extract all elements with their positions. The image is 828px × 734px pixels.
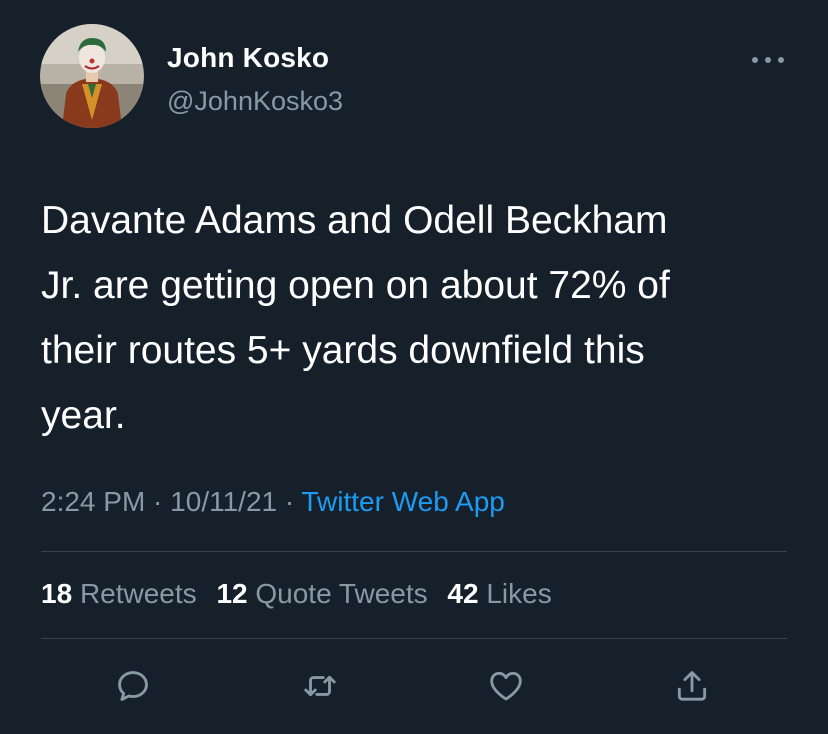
retweets-label: Retweets xyxy=(79,578,197,609)
quote-tweets-count: 12 xyxy=(216,578,248,609)
avatar[interactable] xyxy=(40,24,144,128)
share-icon xyxy=(677,671,707,701)
divider xyxy=(41,638,787,639)
retweets-stat[interactable]: 18 Retweets xyxy=(41,578,197,609)
user-handle[interactable]: @JohnKosko3 xyxy=(167,86,343,117)
tweet-stats: 18 Retweets 12 Quote Tweets 42 Likes xyxy=(41,578,564,610)
share-button[interactable] xyxy=(670,664,714,708)
tweet-date[interactable]: 10/11/21 xyxy=(170,486,277,517)
more-options-icon[interactable] xyxy=(750,48,786,72)
likes-stat[interactable]: 42 Likes xyxy=(447,578,551,609)
tweet-time[interactable]: 2:24 PM xyxy=(41,486,145,517)
tweet-source-link[interactable]: Twitter Web App xyxy=(301,486,504,517)
avatar-image xyxy=(40,24,144,128)
more-dot xyxy=(752,57,758,63)
display-name[interactable]: John Kosko xyxy=(167,42,329,74)
quote-tweets-label: Quote Tweets xyxy=(255,578,428,609)
retweets-count: 18 xyxy=(41,578,73,609)
reply-icon xyxy=(118,671,148,701)
likes-count: 42 xyxy=(447,578,479,609)
retweet-button[interactable] xyxy=(298,664,342,708)
reply-button[interactable] xyxy=(111,664,155,708)
more-dot xyxy=(778,57,784,63)
likes-label: Likes xyxy=(486,578,552,609)
meta-separator: · xyxy=(145,486,171,517)
meta-separator: · xyxy=(277,486,302,517)
quote-tweets-stat[interactable]: 12 Quote Tweets xyxy=(216,578,427,609)
tweet-card: John Kosko @JohnKosko3 Davante Adams and… xyxy=(0,0,828,734)
like-button[interactable] xyxy=(484,664,528,708)
retweet-icon xyxy=(304,675,336,697)
divider xyxy=(41,551,787,552)
more-dot xyxy=(765,57,771,63)
heart-icon xyxy=(490,671,522,701)
tweet-meta: 2:24 PM · 10/11/21 · Twitter Web App xyxy=(41,486,505,518)
tweet-text: Davante Adams and Odell Beckham Jr. are … xyxy=(41,199,670,437)
